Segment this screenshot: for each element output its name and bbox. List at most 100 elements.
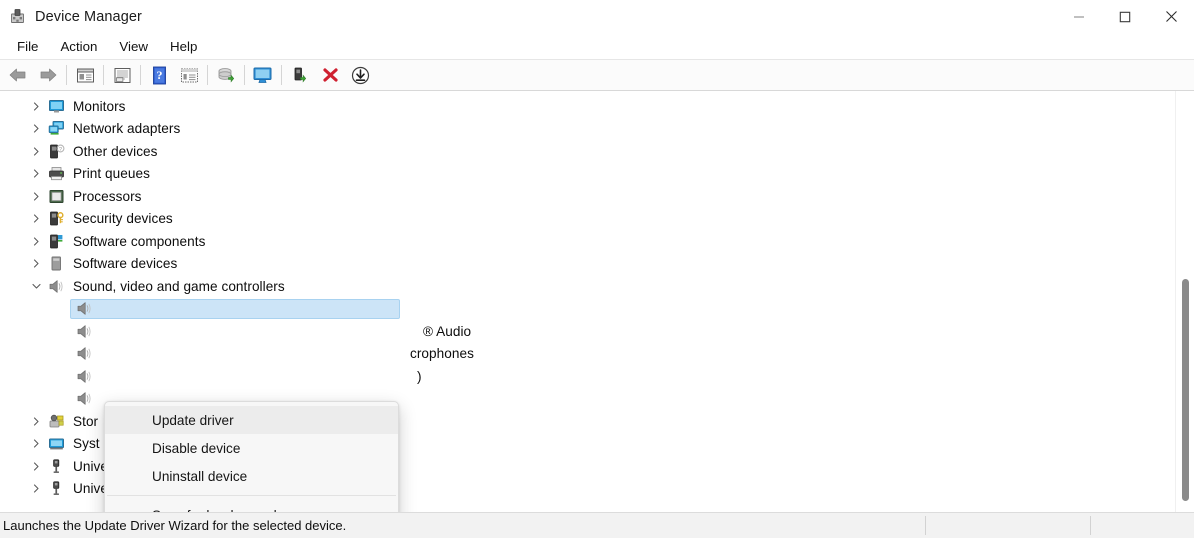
toolbar-separator — [281, 65, 282, 85]
tree-item-audio-device-3[interactable]: ) — [0, 365, 1175, 388]
chevron-right-icon[interactable] — [28, 211, 44, 227]
close-icon[interactable] — [1148, 0, 1194, 33]
device-manager-icon — [9, 8, 26, 25]
selection-highlight — [70, 298, 400, 319]
status-bar-divider — [925, 516, 926, 535]
tree-item-label: Monitors — [73, 98, 126, 114]
tree-item-label: Syst — [73, 436, 100, 452]
properties-icon[interactable] — [107, 62, 137, 89]
tree-item-label: Software devices — [73, 256, 178, 272]
tree-item-label: Software components — [73, 233, 206, 249]
chevron-right-icon[interactable] — [28, 256, 44, 272]
help-icon[interactable]: ? — [144, 62, 174, 89]
speaker-icon — [76, 323, 93, 340]
chevron-right-icon[interactable] — [28, 413, 44, 429]
back-arrow-icon[interactable] — [3, 62, 33, 89]
processor-icon — [48, 188, 65, 205]
usb-icon — [48, 458, 65, 475]
device-manager-window: Device Manager File Action View Help ? M… — [0, 0, 1194, 538]
title-bar-left: Device Manager — [0, 8, 142, 25]
tree-item-software-components[interactable]: Software components — [0, 230, 1175, 253]
speaker-icon — [76, 345, 93, 362]
chevron-right-icon[interactable] — [28, 143, 44, 159]
show-hide-console-tree-icon[interactable] — [70, 62, 100, 89]
status-bar-text: Launches the Update Driver Wizard for th… — [3, 518, 347, 533]
speaker-icon — [48, 278, 65, 295]
tree-item-sound-video-game-controllers[interactable]: Sound, video and game controllers — [0, 275, 1175, 298]
menu-item-file[interactable]: File — [6, 36, 49, 57]
other-device-icon: ? — [48, 143, 65, 160]
window-controls — [1056, 0, 1194, 33]
device-tree-pane: Monitors Network adapters ? Other device… — [0, 91, 1194, 512]
context-menu-item-scan-for-hardware-changes[interactable]: Scan for hardware changes — [105, 501, 398, 513]
monitor-icon — [48, 98, 65, 115]
vertical-scrollbar[interactable] — [1175, 91, 1194, 512]
chevron-right-icon[interactable] — [28, 121, 44, 137]
tree-item-label: Stor — [73, 413, 99, 429]
context-menu-item-update-driver[interactable]: Update driver — [105, 406, 398, 434]
scrollbar-thumb[interactable] — [1182, 279, 1189, 501]
menu-item-view[interactable]: View — [108, 36, 159, 57]
software-device-icon — [48, 255, 65, 272]
tree-item-label: Sound, video and game controllers — [73, 278, 285, 294]
toolbar-separator — [207, 65, 208, 85]
uninstall-device-icon[interactable] — [315, 62, 345, 89]
status-bar-divider — [1090, 516, 1091, 535]
chevron-right-icon[interactable] — [28, 188, 44, 204]
toolbar-separator — [103, 65, 104, 85]
context-menu-separator — [107, 495, 396, 496]
chevron-down-icon[interactable] — [28, 278, 44, 294]
chevron-right-icon[interactable] — [28, 436, 44, 452]
system-device-icon — [48, 435, 65, 452]
toolbar-separator — [66, 65, 67, 85]
speaker-icon — [76, 390, 93, 407]
disable-device-icon[interactable] — [285, 62, 315, 89]
tree-item-audio-device[interactable]: ® Audio — [0, 320, 1175, 343]
status-bar: Launches the Update Driver Wizard for th… — [0, 512, 1194, 538]
chevron-right-icon[interactable] — [28, 481, 44, 497]
tree-item-label: Network adapters — [73, 121, 181, 137]
menu-bar: File Action View Help — [0, 33, 1194, 60]
tree-item-label: Processors — [73, 188, 142, 204]
usb-icon — [48, 480, 65, 497]
chevron-right-icon[interactable] — [28, 166, 44, 182]
printer-icon — [48, 165, 65, 182]
tree-item-print-queues[interactable]: Print queues — [0, 163, 1175, 186]
tree-item-security-devices[interactable]: Security devices — [0, 208, 1175, 231]
update-driver-icon[interactable] — [211, 62, 241, 89]
toolbar-separator — [244, 65, 245, 85]
software-component-icon — [48, 233, 65, 250]
minimize-icon[interactable] — [1056, 0, 1102, 33]
tree-item-monitors[interactable]: Monitors — [0, 95, 1175, 118]
tree-item-software-devices[interactable]: Software devices — [0, 253, 1175, 276]
tree-item-other-devices[interactable]: ? Other devices — [0, 140, 1175, 163]
tree-item-microphone-device[interactable]: crophones — [0, 343, 1175, 366]
tree-item-network-adapters[interactable]: Network adapters — [0, 118, 1175, 141]
tree-item-processors[interactable]: Processors — [0, 185, 1175, 208]
svg-text:?: ? — [156, 68, 162, 82]
chevron-right-icon[interactable] — [28, 458, 44, 474]
context-menu-item-disable-device[interactable]: Disable device — [105, 434, 398, 462]
scan-hardware-changes-icon[interactable] — [248, 62, 278, 89]
tree-item-label: crophones — [410, 346, 474, 362]
context-menu-item-uninstall-device[interactable]: Uninstall device — [105, 462, 398, 490]
context-menu: Update driver Disable device Uninstall d… — [104, 401, 399, 512]
chevron-right-icon[interactable] — [28, 233, 44, 249]
menu-item-action[interactable]: Action — [49, 36, 108, 57]
window-title: Device Manager — [35, 8, 142, 25]
tree-item-label: ) — [417, 368, 422, 384]
show-hide-action-pane-icon[interactable] — [174, 62, 204, 89]
tree-item-label: ® Audio — [423, 323, 472, 339]
chevron-right-icon[interactable] — [28, 98, 44, 114]
security-device-icon — [48, 210, 65, 227]
menu-item-help[interactable]: Help — [159, 36, 208, 57]
download-driver-icon[interactable] — [345, 62, 375, 89]
forward-arrow-icon[interactable] — [33, 62, 63, 89]
tree-item-audio-device-selected[interactable] — [0, 298, 1175, 321]
svg-text:?: ? — [59, 147, 62, 153]
speaker-icon — [76, 300, 93, 317]
network-adapter-icon — [48, 120, 65, 137]
maximize-icon[interactable] — [1102, 0, 1148, 33]
storage-controller-icon — [48, 413, 65, 430]
toolbar-separator — [140, 65, 141, 85]
